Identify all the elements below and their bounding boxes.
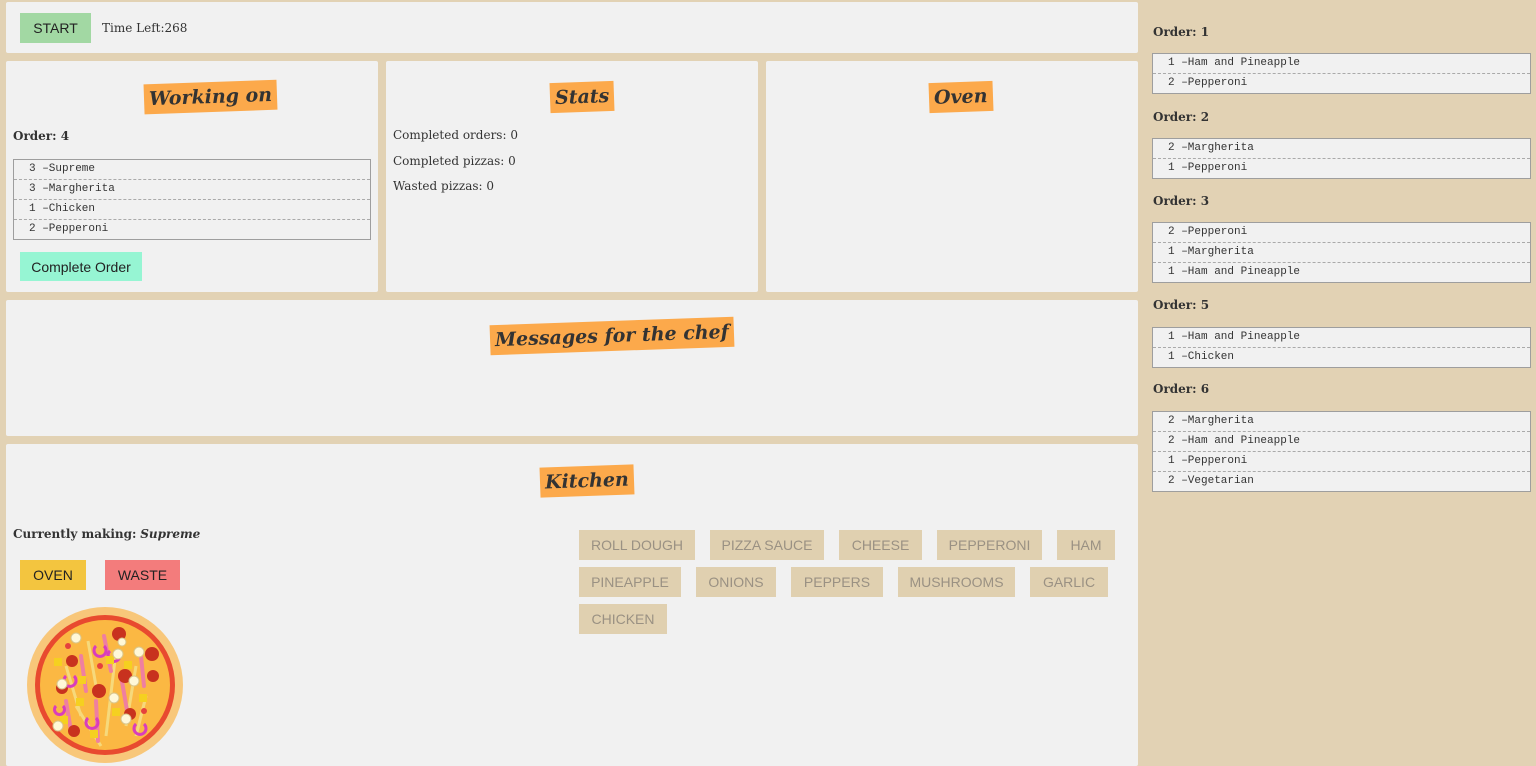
ingredient-pizza-sauce[interactable]: PIZZA SAUCE — [710, 530, 824, 560]
list-item: 2 –Ham and Pineapple — [1153, 431, 1530, 451]
ingredient-mushrooms[interactable]: MUSHROOMS — [898, 567, 1015, 597]
kitchen-panel: Kitchen Currently making: Supreme OVEN W… — [6, 444, 1138, 766]
oven-title: Oven — [928, 80, 994, 114]
stats-title: Stats — [549, 80, 615, 114]
oven-button[interactable]: OVEN — [20, 560, 86, 590]
ingredient-peppers[interactable]: PEPPERS — [791, 567, 883, 597]
working-order-list: 3 –Supreme 3 –Margherita 1 –Chicken 2 –P… — [13, 159, 371, 240]
list-item: 1 –Ham and Pineapple — [1168, 57, 1301, 69]
currently-making: Currently making: Supreme — [13, 527, 200, 541]
order-label: Order: 1 — [1153, 25, 1210, 39]
list-item: 1 –Pepperoni — [1153, 451, 1530, 471]
list-item: 1 –Ham and Pineapple — [1153, 262, 1530, 282]
start-button[interactable]: START — [20, 13, 91, 43]
order-list: 2 –Margherita 1 –Pepperoni — [1152, 138, 1531, 179]
oven-panel: Oven — [766, 61, 1138, 292]
time-left: Time Left:268 — [102, 21, 188, 35]
currently-making-value: Supreme — [140, 527, 201, 541]
list-item: 2 –Margherita — [1168, 142, 1254, 154]
order-list: 1 –Ham and Pineapple 1 –Chicken — [1152, 327, 1531, 368]
ingredient-pepperoni[interactable]: PEPPERONI — [937, 530, 1042, 560]
list-item: 3 –Margherita — [14, 179, 370, 199]
complete-order-button[interactable]: Complete Order — [20, 252, 142, 281]
order-label: Order: 2 — [1153, 110, 1210, 124]
ingredient-onions[interactable]: ONIONS — [696, 567, 776, 597]
working-on-panel: Working on Order: 4 3 –Supreme 3 –Marghe… — [6, 61, 378, 292]
order-label: Order: 3 — [1153, 194, 1210, 208]
kitchen-title: Kitchen — [539, 464, 635, 498]
ingredient-garlic[interactable]: GARLIC — [1030, 567, 1108, 597]
list-item: 2 –Pepperoni — [14, 219, 370, 239]
ingredient-cheese[interactable]: CHEESE — [839, 530, 922, 560]
list-item: 1 –Pepperoni — [1153, 158, 1530, 178]
order-list: 1 –Ham and Pineapple 2 –Pepperoni — [1152, 53, 1531, 94]
pizza-image — [27, 607, 183, 763]
top-bar: START Time Left:268 — [6, 2, 1138, 53]
currently-making-label: Currently making: — [13, 527, 137, 541]
list-item: 2 –Vegetarian — [1153, 471, 1530, 491]
stats-panel: Stats Completed orders: 0 Completed pizz… — [386, 61, 758, 292]
order-label: Order: 5 — [1153, 298, 1210, 312]
ingredient-chicken[interactable]: CHICKEN — [579, 604, 667, 634]
list-item: 1 –Margherita — [1153, 242, 1530, 262]
messages-panel: Messages for the chef — [6, 300, 1138, 436]
waste-button[interactable]: WASTE — [105, 560, 180, 590]
ingredient-roll-dough[interactable]: ROLL DOUGH — [579, 530, 695, 560]
working-on-title: Working on — [143, 79, 278, 115]
completed-pizzas: Completed pizzas: 0 — [393, 154, 516, 168]
list-item: 2 –Margherita — [1168, 415, 1254, 427]
order-list: 2 –Pepperoni 1 –Margherita 1 –Ham and Pi… — [1152, 222, 1531, 283]
completed-orders: Completed orders: 0 — [393, 128, 518, 142]
list-item: 1 –Chicken — [1153, 347, 1530, 367]
list-item: 2 –Pepperoni — [1153, 73, 1530, 93]
list-item: 1 –Ham and Pineapple — [1168, 331, 1301, 343]
ingredient-ham[interactable]: HAM — [1057, 530, 1115, 560]
order-label: Order: 6 — [1153, 382, 1210, 396]
list-item: 1 –Chicken — [14, 199, 370, 219]
ingredient-pineapple[interactable]: PINEAPPLE — [579, 567, 681, 597]
order-list: 2 –Margherita 2 –Ham and Pineapple 1 –Pe… — [1152, 411, 1531, 492]
list-item: 2 –Pepperoni — [1168, 226, 1248, 238]
wasted-pizzas: Wasted pizzas: 0 — [393, 179, 494, 193]
list-item: 3 –Supreme — [29, 163, 96, 175]
working-order-label: Order: 4 — [13, 129, 70, 143]
messages-title: Messages for the chef — [489, 316, 735, 356]
